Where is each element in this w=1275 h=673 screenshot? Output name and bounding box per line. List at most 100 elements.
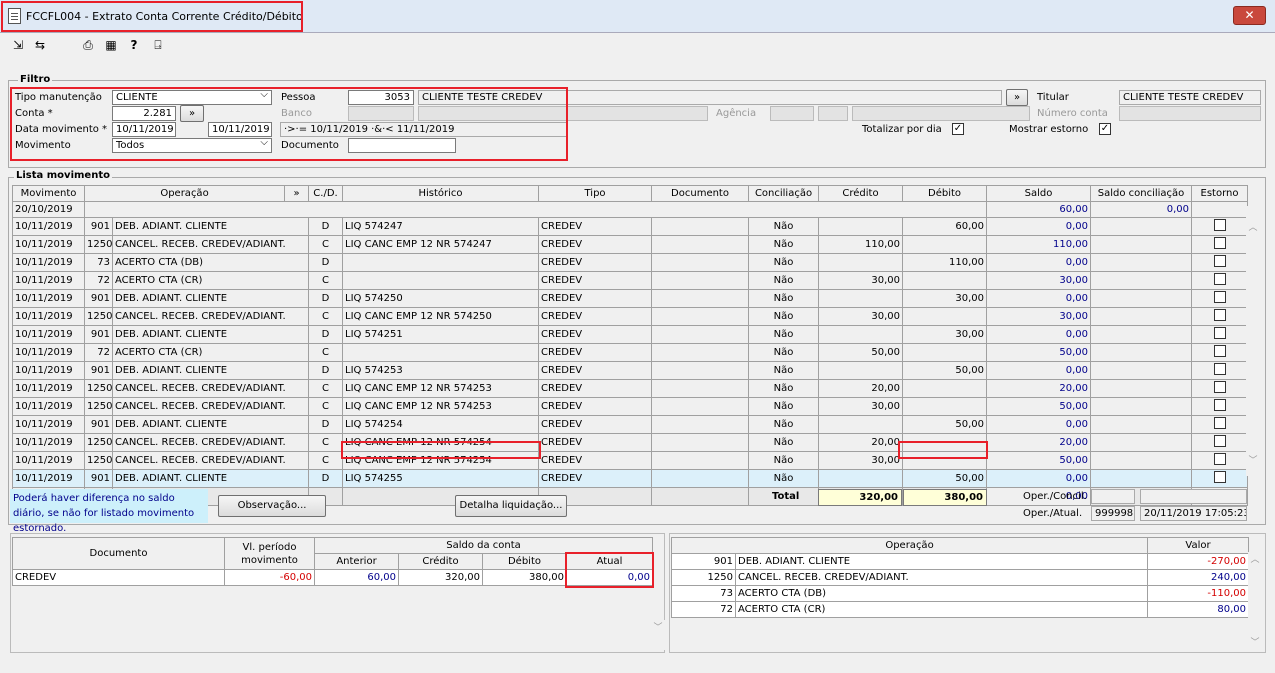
data-fim-input[interactable]: 10/11/2019 bbox=[208, 122, 272, 137]
estorno-checkbox[interactable] bbox=[1213, 273, 1226, 285]
header-atual[interactable]: Atual bbox=[566, 553, 653, 570]
table-row[interactable]: 10/11/2019 1250 CANCEL. RECEB. CREDEV/ADIA… bbox=[12, 433, 1249, 452]
table-row[interactable]: 10/11/2019 901 DEB. ADIANT. CLIENTE D LIQ 57… bbox=[12, 415, 1249, 434]
estorno-checkbox[interactable] bbox=[1213, 327, 1226, 339]
estorno-checkbox[interactable] bbox=[1213, 291, 1226, 303]
table-row[interactable]: 73 ACERTO CTA (DB) -110,00 bbox=[671, 585, 1250, 602]
estorno-checkbox[interactable] bbox=[1213, 453, 1226, 465]
saldo-scrollbar[interactable]: ﹀ bbox=[651, 620, 665, 650]
observacao-button[interactable]: Observação... bbox=[218, 495, 326, 517]
header-operacao[interactable]: Operação bbox=[670, 537, 1149, 554]
documento-input[interactable] bbox=[348, 138, 456, 153]
header-vl-periodo[interactable]: Vl. período movimento bbox=[224, 537, 315, 570]
header-historico[interactable]: Histórico bbox=[342, 185, 540, 202]
cell-cd: D bbox=[308, 253, 344, 272]
table-row[interactable]: 1250 CANCEL. RECEB. CREDEV/ADIANT. 240,00 bbox=[671, 569, 1250, 586]
header-expand[interactable]: » bbox=[284, 185, 310, 202]
header-saldo[interactable]: Saldo bbox=[986, 185, 1092, 202]
cell-credito bbox=[818, 217, 904, 236]
header-debito[interactable]: Débito bbox=[482, 553, 567, 570]
table-row[interactable]: 10/11/2019 901 DEB. ADIANT. CLIENTE D LIQ 57… bbox=[12, 469, 1249, 488]
calendar-icon[interactable]: ▦ bbox=[103, 37, 119, 53]
estorno-checkbox[interactable] bbox=[1213, 435, 1226, 447]
estorno-checkbox[interactable] bbox=[1213, 309, 1226, 321]
header-debito[interactable]: Débito bbox=[902, 185, 988, 202]
export-icon[interactable]: ⇲ bbox=[10, 37, 26, 53]
cell-conciliacao: Não bbox=[748, 271, 820, 290]
header-movimento[interactable]: Movimento bbox=[12, 185, 85, 202]
cell-estorno bbox=[1191, 343, 1249, 362]
conta-more-button[interactable]: » bbox=[180, 105, 204, 122]
header-credito[interactable]: Crédito bbox=[818, 185, 904, 202]
cell-codigo: 1250 bbox=[84, 307, 113, 326]
estorno-checkbox[interactable] bbox=[1213, 219, 1226, 231]
table-row[interactable]: 10/11/2019 73 ACERTO CTA (DB) D CREDEV Não 110… bbox=[12, 253, 1249, 272]
estorno-checkbox[interactable] bbox=[1213, 399, 1226, 411]
table-row[interactable]: 10/11/2019 1250 CANCEL. RECEB. CREDEV/ADIA… bbox=[12, 397, 1249, 416]
table-row[interactable]: 10/11/2019 1250 CANCEL. RECEB. CREDEV/ADIA… bbox=[12, 379, 1249, 398]
table-row[interactable]: 10/11/2019 72 ACERTO CTA (CR) C CREDEV Não 50,… bbox=[12, 343, 1249, 362]
header-tipo[interactable]: Tipo bbox=[538, 185, 653, 202]
header-saldo-conciliacao[interactable]: Saldo conciliação bbox=[1090, 185, 1193, 202]
table-row[interactable]: 10/11/2019 901 DEB. ADIANT. CLIENTE D LIQ 57… bbox=[12, 217, 1249, 236]
cell-codigo: 72 bbox=[84, 271, 113, 290]
cell-documento bbox=[651, 397, 750, 416]
table-row[interactable]: 10/11/2019 1250 CANCEL. RECEB. CREDEV/ADIA… bbox=[12, 307, 1249, 326]
estorno-checkbox[interactable] bbox=[1213, 237, 1226, 249]
cell-documento bbox=[651, 325, 750, 344]
table-row[interactable]: 10/11/2019 1250 CANCEL. RECEB. CREDEV/ADIA… bbox=[12, 451, 1249, 470]
cell-cd: C bbox=[308, 271, 344, 290]
cell-documento bbox=[651, 361, 750, 380]
oper-atual-timestamp: 20/11/2019 17:05:23 bbox=[1140, 506, 1247, 521]
estorno-checkbox[interactable] bbox=[1213, 255, 1226, 267]
mostrar-estorno-checkbox[interactable]: ✓ bbox=[1099, 123, 1111, 135]
header-cd[interactable]: C./D. bbox=[308, 185, 344, 202]
cell-estorno bbox=[1191, 289, 1249, 308]
header-valor[interactable]: Valor bbox=[1147, 537, 1250, 554]
table-row[interactable]: 10/11/2019 901 DEB. ADIANT. CLIENTE D LIQ 57… bbox=[12, 325, 1249, 344]
cell-saldo-conc bbox=[1090, 343, 1193, 362]
cell-cd: D bbox=[308, 289, 344, 308]
pessoa-codigo-input[interactable]: 3053 bbox=[348, 90, 414, 105]
pessoa-more-button[interactable]: » bbox=[1006, 89, 1028, 106]
tipo-manutencao-select[interactable]: CLIENTE bbox=[112, 90, 272, 105]
table-row[interactable]: 10/11/2019 901 DEB. ADIANT. CLIENTE D LIQ 57… bbox=[12, 361, 1249, 380]
estorno-checkbox[interactable] bbox=[1213, 363, 1226, 375]
help-icon[interactable]: ? bbox=[126, 37, 142, 53]
table-row[interactable]: 10/11/2019 72 ACERTO CTA (CR) C CREDEV Não 30,… bbox=[12, 271, 1249, 290]
header-documento[interactable]: Documento bbox=[651, 185, 750, 202]
estorno-checkbox[interactable] bbox=[1213, 381, 1226, 393]
header-conciliacao[interactable]: Conciliação bbox=[748, 185, 820, 202]
header-documento[interactable]: Documento bbox=[12, 537, 225, 570]
operacao-scrollbar[interactable]: ︿ ﹀ bbox=[1248, 552, 1262, 650]
cell-estorno bbox=[1191, 361, 1249, 380]
header-estorno[interactable]: Estorno bbox=[1191, 185, 1249, 202]
refresh-icon[interactable]: ⇆ bbox=[32, 37, 48, 53]
table-row[interactable]: 901 DEB. ADIANT. CLIENTE -270,00 bbox=[671, 553, 1250, 570]
totalizar-checkbox[interactable]: ✓ bbox=[952, 123, 964, 135]
table-row[interactable]: 10/11/2019 1250 CANCEL. RECEB. CREDEV/ADIA… bbox=[12, 235, 1249, 254]
cell-cd: C bbox=[308, 397, 344, 416]
movimento-select[interactable]: Todos bbox=[112, 138, 272, 153]
cell-operacao: CANCEL. RECEB. CREDEV/ADIANT. bbox=[111, 451, 310, 470]
table-row[interactable]: 10/11/2019 901 DEB. ADIANT. CLIENTE D LIQ 57… bbox=[12, 289, 1249, 308]
estorno-checkbox[interactable] bbox=[1213, 471, 1226, 483]
estorno-checkbox[interactable] bbox=[1213, 417, 1226, 429]
cell-debito bbox=[902, 433, 988, 452]
table-row[interactable]: 72 ACERTO CTA (CR) 80,00 bbox=[671, 601, 1250, 618]
exit-icon[interactable]: ⍈ bbox=[150, 37, 166, 53]
list-scrollbar[interactable]: ︿ ﹀ bbox=[1246, 206, 1260, 476]
estorno-checkbox[interactable] bbox=[1213, 345, 1226, 357]
saldo-inicial-row[interactable]: 20/10/2019 60,00 0,00 bbox=[12, 201, 1249, 218]
cell-documento bbox=[651, 469, 750, 488]
data-inicio-input[interactable]: 10/11/2019 bbox=[112, 122, 176, 137]
table-row[interactable]: CREDEV -60,00 60,00 320,00 380,00 0,00 bbox=[12, 569, 653, 586]
header-operacao[interactable]: Operação bbox=[83, 185, 286, 202]
print-icon[interactable]: ⎙ bbox=[80, 37, 96, 53]
header-anterior[interactable]: Anterior bbox=[314, 553, 399, 570]
cell-data: 10/11/2019 bbox=[12, 271, 85, 290]
conta-input[interactable]: 2.281 bbox=[112, 106, 176, 121]
header-credito[interactable]: Crédito bbox=[398, 553, 483, 570]
detalha-liquidacao-button[interactable]: Detalha liquidação... bbox=[455, 495, 567, 517]
close-button[interactable]: ✕ bbox=[1233, 6, 1266, 25]
